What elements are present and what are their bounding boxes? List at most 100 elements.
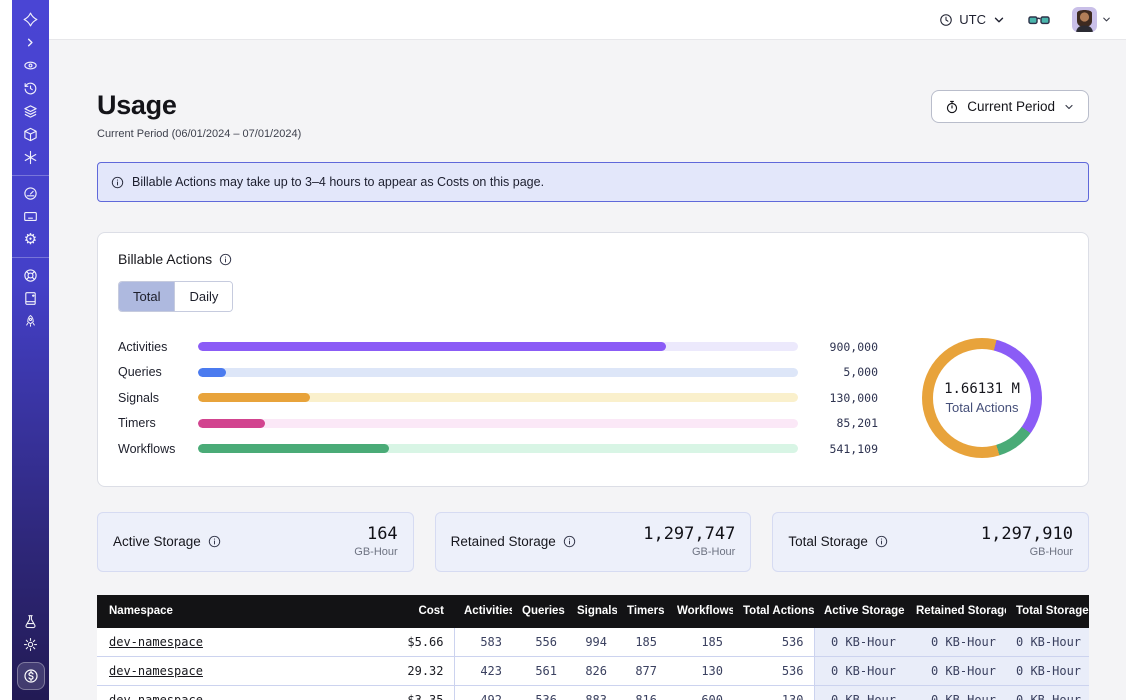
namespaces-eye-icon[interactable] (12, 54, 49, 77)
billable-chart: Activities 900,000 Queries 5,000 Signals… (118, 334, 1068, 462)
namespace-usage-table: Namespace Cost Activities Queries Signal… (97, 595, 1089, 700)
docs-book-icon[interactable] (12, 287, 49, 310)
col-total-actions: Total Actions (733, 595, 814, 628)
sidebar-divider (12, 175, 49, 176)
active-storage-label: Active Storage (113, 534, 201, 549)
cell-active-storage: 0 KB-Hour (814, 686, 906, 700)
tab-total[interactable]: Total (119, 282, 174, 311)
bar-signals (198, 393, 310, 402)
namespace-link[interactable]: dev-namespace (109, 693, 203, 700)
billing-card-icon[interactable] (12, 205, 49, 228)
account-menu[interactable] (1072, 7, 1112, 32)
cell-workflows: 185 (667, 628, 733, 657)
chart-row: Queries 5,000 (118, 360, 878, 386)
settings-gear-icon[interactable]: ⚙ (12, 228, 49, 251)
retained-storage-unit: GB-Hour (643, 546, 735, 558)
namespace-link[interactable]: dev-namespace (109, 664, 203, 678)
col-retained-storage: Retained Storage (906, 595, 1006, 628)
bar-track (198, 342, 798, 351)
billable-actions-title: Billable Actions (118, 251, 212, 267)
timezone-label: UTC (959, 12, 986, 27)
cell-activities: 492 (454, 686, 512, 700)
timezone-selector[interactable]: UTC (939, 12, 1006, 27)
cell-queries: 556 (512, 628, 567, 657)
bar-track (198, 419, 798, 428)
bar-activities (198, 342, 666, 351)
asterisk-icon[interactable] (12, 146, 49, 169)
chart-row: Timers 85,201 (118, 411, 878, 437)
chart-row: Activities 900,000 (118, 334, 878, 360)
cell-workflows: 600 (667, 686, 733, 700)
glasses-icon[interactable] (1028, 12, 1050, 28)
history-clock-icon[interactable] (12, 77, 49, 100)
retained-storage-label: Retained Storage (451, 534, 556, 549)
table-row: dev-namespace 29.32 423 561 826 877 130 … (97, 657, 1089, 686)
bar-track (198, 368, 798, 377)
cell-signals: 826 (567, 657, 617, 686)
cell-total-actions: 536 (733, 657, 814, 686)
collapse-chevron-icon[interactable] (12, 31, 49, 54)
donut-total-label: Total Actions (946, 400, 1019, 415)
total-storage-value: 1,297,910 (981, 525, 1073, 544)
active-storage-value: 164 (354, 525, 397, 544)
pricing-dollar-button[interactable] (17, 662, 45, 690)
col-timers: Timers (617, 595, 667, 628)
col-activities: Activities (454, 595, 512, 628)
labs-flask-icon[interactable] (12, 610, 49, 633)
page-subtitle: Current Period (06/01/2024 – 07/01/2024) (97, 128, 301, 140)
col-active-storage: Active Storage (814, 595, 906, 628)
col-queries: Queries (512, 595, 567, 628)
bar-workflows (198, 444, 389, 453)
cell-total-actions: 130 (733, 686, 814, 700)
active-storage-unit: GB-Hour (354, 546, 397, 558)
layers-icon[interactable] (12, 100, 49, 123)
theme-sun-icon[interactable] (12, 633, 49, 656)
table-row: dev-namespace $5.66 583 556 994 185 185 … (97, 628, 1089, 657)
info-icon[interactable] (563, 535, 576, 548)
topbar: UTC (49, 0, 1126, 40)
active-storage-card: Active Storage 164 GB-Hour (97, 512, 414, 572)
tab-daily[interactable]: Daily (174, 282, 232, 311)
cell-retained-storage: 0 KB-Hour (906, 686, 1006, 700)
namespace-link[interactable]: dev-namespace (109, 635, 203, 649)
bar-label: Signals (118, 391, 198, 405)
bar-queries (198, 368, 226, 377)
bar-value: 130,000 (812, 391, 878, 405)
cell-activities: 423 (454, 657, 512, 686)
donut-total-value: 1.66131 M (944, 381, 1020, 397)
cell-signals: 883 (567, 686, 617, 700)
retained-storage-value: 1,297,747 (643, 525, 735, 544)
cell-retained-storage: 0 KB-Hour (906, 657, 1006, 686)
cell-signals: 994 (567, 628, 617, 657)
bar-label: Timers (118, 416, 198, 430)
stopwatch-icon (945, 100, 959, 114)
period-selector-label: Current Period (967, 99, 1055, 114)
page-header: Usage Current Period (06/01/2024 – 07/01… (97, 40, 1089, 140)
cell-workflows: 130 (667, 657, 733, 686)
bar-label: Queries (118, 365, 198, 379)
support-lifebuoy-icon[interactable] (12, 264, 49, 287)
info-icon[interactable] (219, 253, 232, 266)
cube-icon[interactable] (12, 123, 49, 146)
chart-row: Workflows 541,109 (118, 436, 878, 462)
info-icon[interactable] (208, 535, 221, 548)
main-content: Usage Current Period (06/01/2024 – 07/01… (49, 40, 1126, 700)
storage-summary-row: Active Storage 164 GB-Hour Retained Stor… (97, 512, 1089, 572)
cell-active-storage: 0 KB-Hour (814, 628, 906, 657)
cell-total-storage: 0 KB-Hour (1006, 628, 1089, 657)
avatar (1072, 7, 1097, 32)
billable-actions-card: Billable Actions Total Daily Activities … (97, 232, 1089, 487)
rocket-icon[interactable] (12, 310, 49, 333)
cell-timers: 816 (617, 686, 667, 700)
table-header-row: Namespace Cost Activities Queries Signal… (97, 595, 1089, 628)
info-icon[interactable] (875, 535, 888, 548)
temporal-logo-icon[interactable] (12, 8, 49, 31)
usage-gauge-icon[interactable] (12, 182, 49, 205)
donut-chart: 1.66131 M Total Actions (922, 338, 1042, 458)
cell-cost: $5.66 (349, 628, 454, 657)
cell-queries: 536 (512, 686, 567, 700)
bar-value: 900,000 (812, 340, 878, 354)
col-namespace: Namespace (97, 595, 349, 628)
cell-cost: $3.35 (349, 686, 454, 700)
period-selector-button[interactable]: Current Period (931, 90, 1089, 123)
